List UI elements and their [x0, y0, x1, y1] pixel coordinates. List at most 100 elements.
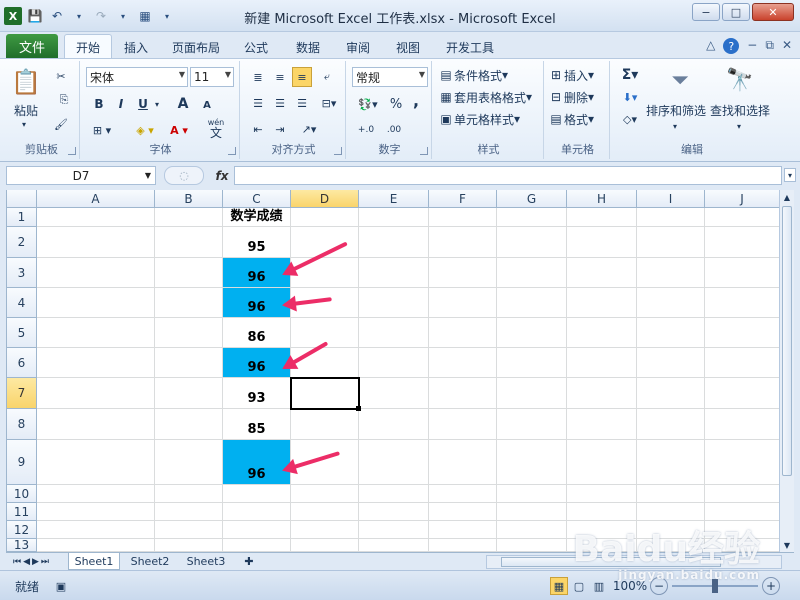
insert-cells-button[interactable]: ⊞ 插入 ▾ — [548, 65, 608, 85]
cell-c5[interactable]: 86 — [223, 318, 291, 348]
grow-font-button[interactable]: A — [174, 95, 192, 113]
cell-j5[interactable] — [705, 318, 779, 348]
cell-g11[interactable] — [497, 503, 567, 521]
cell-a13[interactable] — [37, 539, 155, 552]
cell-a11[interactable] — [37, 503, 155, 521]
merge-center-icon[interactable]: ⊟▾ — [316, 93, 342, 113]
cell-f3[interactable] — [429, 258, 497, 288]
cell-c8[interactable]: 85 — [223, 409, 291, 440]
cell-b4[interactable] — [155, 288, 223, 318]
bold-button[interactable]: B — [90, 95, 108, 113]
cell-j10[interactable] — [705, 485, 779, 503]
cell-b3[interactable] — [155, 258, 223, 288]
cell-d12[interactable] — [291, 521, 359, 539]
cell-i11[interactable] — [637, 503, 705, 521]
cell-g3[interactable] — [497, 258, 567, 288]
cell-a2[interactable] — [37, 227, 155, 258]
cell-g4[interactable] — [497, 288, 567, 318]
tab-review[interactable]: 审阅 — [338, 36, 378, 58]
cell-c7[interactable]: 93 — [223, 378, 291, 409]
cell-a4[interactable] — [37, 288, 155, 318]
cell-e4[interactable] — [359, 288, 429, 318]
cell-i4[interactable] — [637, 288, 705, 318]
cell-styles-button[interactable]: ▣ 单元格样式 ▾ — [438, 109, 538, 129]
cell-e10[interactable] — [359, 485, 429, 503]
row-header-10[interactable]: 10 — [7, 485, 37, 503]
underline-button[interactable]: U — [134, 95, 152, 113]
cell-b7[interactable] — [155, 378, 223, 409]
row-header-3[interactable]: 3 — [7, 258, 37, 288]
cell-b10[interactable] — [155, 485, 223, 503]
cell-e5[interactable] — [359, 318, 429, 348]
cell-f12[interactable] — [429, 521, 497, 539]
decrease-decimal-icon[interactable]: .00 — [382, 121, 406, 139]
cell-h11[interactable] — [567, 503, 637, 521]
column-header-e[interactable]: E — [359, 190, 429, 208]
row-header-9[interactable]: 9 — [7, 440, 37, 485]
cell-g7[interactable] — [497, 378, 567, 409]
cell-h7[interactable] — [567, 378, 637, 409]
dialog-launcher-icon[interactable] — [68, 147, 76, 155]
format-cells-button[interactable]: ▤ 格式 ▾ — [548, 109, 608, 129]
find-select-button[interactable]: 查找和选择 — [708, 101, 772, 119]
cell-i3[interactable] — [637, 258, 705, 288]
cell-a6[interactable] — [37, 348, 155, 378]
cell-i2[interactable] — [637, 227, 705, 258]
maximize-button[interactable]: □ — [722, 3, 750, 21]
paste-dropdown-icon[interactable]: ▾ — [18, 119, 30, 129]
cell-i7[interactable] — [637, 378, 705, 409]
row-header-7[interactable]: 7 — [7, 378, 37, 409]
column-header-h[interactable]: H — [567, 190, 637, 208]
cell-j3[interactable] — [705, 258, 779, 288]
align-left-icon[interactable]: ☰ — [248, 93, 268, 113]
cell-g8[interactable] — [497, 409, 567, 440]
cell-g6[interactable] — [497, 348, 567, 378]
align-bottom-icon[interactable]: ≡ — [292, 67, 312, 87]
sheet-tab-sheet2[interactable]: Sheet2 — [124, 553, 176, 570]
row-header-11[interactable]: 11 — [7, 503, 37, 521]
cell-e3[interactable] — [359, 258, 429, 288]
align-center-icon[interactable]: ☰ — [270, 93, 290, 113]
cell-a8[interactable] — [37, 409, 155, 440]
cell-g2[interactable] — [497, 227, 567, 258]
cell-c10[interactable] — [223, 485, 291, 503]
cell-d11[interactable] — [291, 503, 359, 521]
fill-icon[interactable]: ⬇▾ — [616, 87, 644, 107]
cell-b13[interactable] — [155, 539, 223, 552]
tab-home[interactable]: 开始 — [64, 34, 112, 59]
tab-developer[interactable]: 开发工具 — [438, 36, 502, 58]
cell-b5[interactable] — [155, 318, 223, 348]
cell-j8[interactable] — [705, 409, 779, 440]
cell-c1[interactable]: 数学成绩 — [223, 208, 291, 227]
column-header-b[interactable]: B — [155, 190, 223, 208]
cell-b6[interactable] — [155, 348, 223, 378]
cell-d1[interactable] — [291, 208, 359, 227]
cell-i10[interactable] — [637, 485, 705, 503]
cell-e8[interactable] — [359, 409, 429, 440]
cell-b2[interactable] — [155, 227, 223, 258]
cell-h5[interactable] — [567, 318, 637, 348]
cell-e1[interactable] — [359, 208, 429, 227]
decrease-indent-icon[interactable]: ⇤ — [248, 119, 268, 139]
fill-handle[interactable] — [356, 406, 361, 411]
cell-d6[interactable] — [291, 348, 359, 378]
cell-f13[interactable] — [429, 539, 497, 552]
row-header-2[interactable]: 2 — [7, 227, 37, 258]
cell-i6[interactable] — [637, 348, 705, 378]
cell-g1[interactable] — [497, 208, 567, 227]
cell-j9[interactable] — [705, 440, 779, 485]
cell-a9[interactable] — [37, 440, 155, 485]
formula-input[interactable] — [234, 166, 782, 185]
tab-formulas[interactable]: 公式 — [236, 36, 276, 58]
cell-e7[interactable] — [359, 378, 429, 409]
vertical-scrollbar[interactable]: ▲ ▼ — [779, 190, 794, 552]
column-header-f[interactable]: F — [429, 190, 497, 208]
cell-j2[interactable] — [705, 227, 779, 258]
align-middle-icon[interactable]: ≡ — [270, 67, 290, 87]
cell-b8[interactable] — [155, 409, 223, 440]
minimize-button[interactable]: − — [692, 3, 720, 21]
sort-dropdown-icon[interactable]: ▾ — [670, 121, 680, 131]
tab-page-layout[interactable]: 页面布局 — [164, 36, 228, 58]
formula-bar-handle[interactable]: ◌ — [164, 166, 204, 185]
cell-a7[interactable] — [37, 378, 155, 409]
